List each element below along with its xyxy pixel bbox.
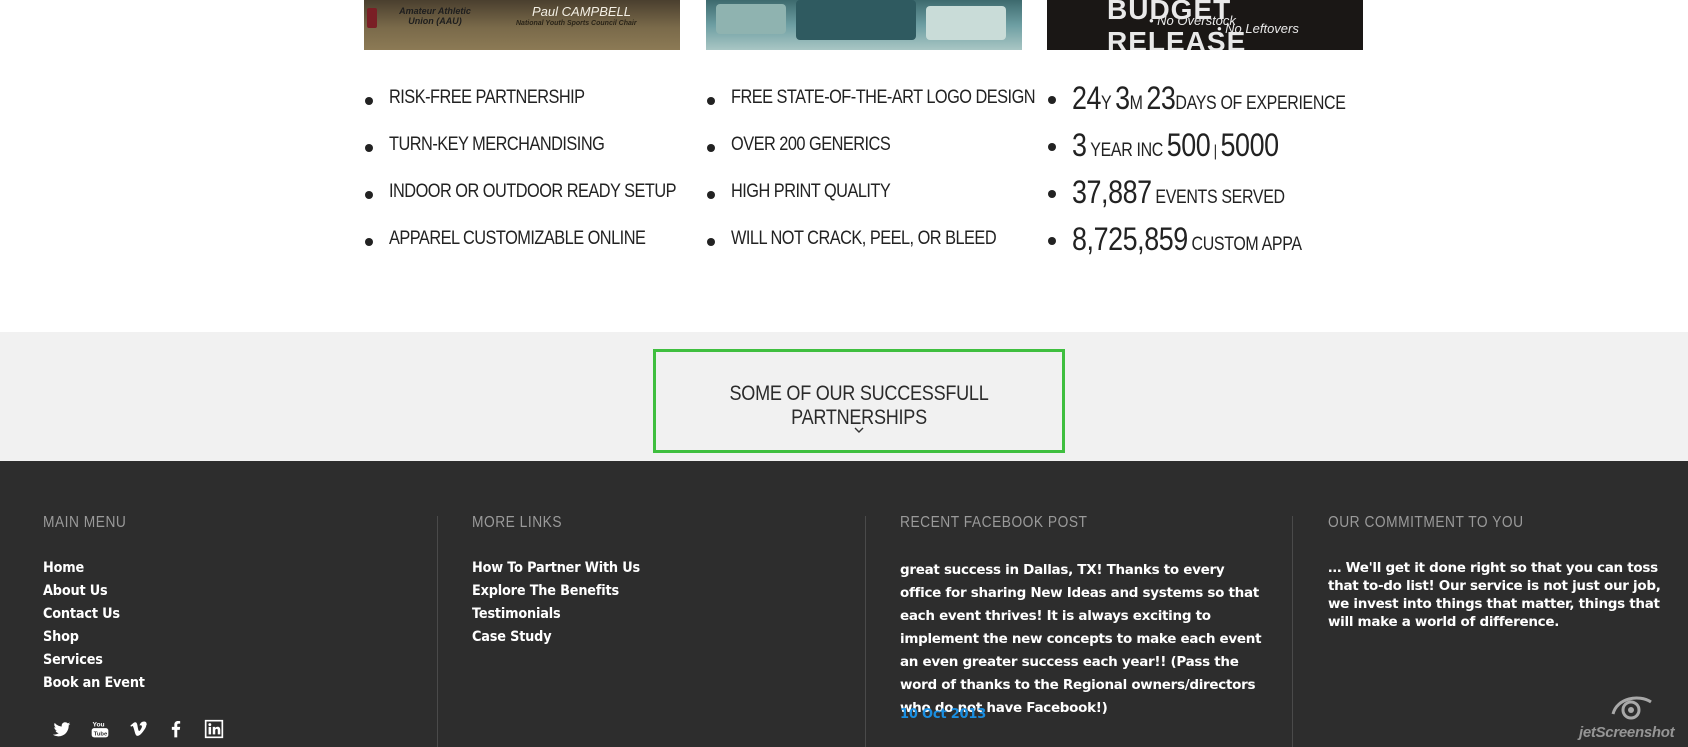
stat-experience: 24Y 3M 23DAYS OF EXPERIENCE bbox=[1047, 80, 1363, 127]
svg-text:You: You bbox=[93, 722, 105, 729]
list-item: HIGH PRINT QUALITY bbox=[706, 181, 1022, 228]
footer-facebook: RECENT FACEBOOK POST great success in Da… bbox=[900, 461, 1293, 747]
vimeo-icon[interactable] bbox=[119, 715, 157, 743]
list-item: WILL NOT CRACK, PEEL, OR BLEED bbox=[706, 228, 1022, 275]
list-item: APPAREL CUSTOMIZABLE ONLINE bbox=[364, 228, 680, 275]
feature-column-2: FREE STATE-OF-THE-ART LOGO DESIGN OVER 2… bbox=[706, 0, 1036, 275]
youtube-icon[interactable]: You Tube bbox=[81, 715, 119, 743]
footer-link-shop[interactable]: Shop bbox=[43, 629, 154, 652]
features-section: Amateur Athletic Union (AAU) Paul CAMPBE… bbox=[0, 0, 1688, 332]
benefits-list-2: FREE STATE-OF-THE-ART LOGO DESIGN OVER 2… bbox=[706, 87, 1036, 275]
commitment-text: … We'll get it done right so that you ca… bbox=[1328, 560, 1661, 630]
footer-link-about-us[interactable]: About Us bbox=[43, 583, 154, 606]
partnerships-label: SOME OF OUR SUCCESSFULL PARTNERSHIPS bbox=[729, 382, 989, 429]
commitment-heading: OUR COMMITMENT TO YOU bbox=[1328, 514, 1524, 531]
partnerships-toggle-button[interactable]: SOME OF OUR SUCCESSFULL PARTNERSHIPS bbox=[653, 349, 1065, 453]
camera-logo-icon bbox=[1611, 696, 1652, 720]
svg-text:Tube: Tube bbox=[94, 731, 108, 737]
footer-divider bbox=[1292, 516, 1293, 747]
list-item: INDOOR OR OUTDOOR READY SETUP bbox=[364, 181, 680, 228]
footer-more-links: MORE LINKS How To Partner With Us Explor… bbox=[472, 461, 865, 747]
footer-link-home[interactable]: Home bbox=[43, 560, 154, 583]
photo-org-text: Amateur Athletic Union (AAU) bbox=[399, 6, 471, 26]
budget-release-banner: BUDGET RELEASE • No Overstock • No Lefto… bbox=[1047, 0, 1363, 50]
footer-link-case-study[interactable]: Case Study bbox=[472, 629, 655, 652]
list-item: FREE STATE-OF-THE-ART LOGO DESIGN bbox=[706, 87, 1036, 134]
site-footer: MAIN MENU Home About Us Contact Us Shop … bbox=[0, 461, 1688, 747]
merchandise-photo bbox=[706, 0, 1022, 50]
footer-link-services[interactable]: Services bbox=[43, 652, 154, 675]
feature-column-3: BUDGET RELEASE • No Overstock • No Lefto… bbox=[1047, 0, 1363, 268]
chevron-down-icon bbox=[854, 427, 864, 433]
facebook-icon[interactable] bbox=[157, 715, 195, 743]
linkedin-icon[interactable] bbox=[195, 715, 233, 743]
footer-link-testimonials[interactable]: Testimonials bbox=[472, 606, 655, 629]
main-menu-heading: MAIN MENU bbox=[43, 514, 127, 531]
stat-apparel: 8,725,859 CUSTOM APPA bbox=[1047, 221, 1363, 268]
list-item: RISK-FREE PARTNERSHIP bbox=[364, 87, 680, 134]
footer-link-contact-us[interactable]: Contact Us bbox=[43, 606, 154, 629]
watermark-text: jetScreenshot bbox=[1579, 724, 1675, 741]
twitter-icon[interactable] bbox=[43, 715, 81, 743]
footer-main-menu: MAIN MENU Home About Us Contact Us Shop … bbox=[43, 461, 437, 747]
campbell-photo: Amateur Athletic Union (AAU) Paul CAMPBE… bbox=[364, 0, 680, 50]
photo-title-text: National Youth Sports Council Chair bbox=[516, 20, 637, 27]
jetscreenshot-watermark: jetScreenshot bbox=[1577, 692, 1681, 742]
photo-name-text: Paul CAMPBELL bbox=[532, 4, 631, 19]
footer-link-how-to-partner[interactable]: How To Partner With Us bbox=[472, 560, 655, 583]
footer-divider bbox=[865, 516, 866, 747]
more-links-heading: MORE LINKS bbox=[472, 514, 563, 531]
stat-inc: 3 YEAR INC 500 | 5000 bbox=[1047, 127, 1363, 174]
stats-list: 24Y 3M 23DAYS OF EXPERIENCE 3 YEAR INC 5… bbox=[1047, 80, 1363, 268]
more-links-list: How To Partner With Us Explore The Benef… bbox=[472, 560, 655, 652]
facebook-post-date[interactable]: 10 Oct 2013 bbox=[900, 707, 986, 722]
main-menu-list: Home About Us Contact Us Shop Services B… bbox=[43, 560, 154, 698]
banner-tag-leftovers: • No Leftovers bbox=[1217, 21, 1299, 36]
footer-divider bbox=[437, 516, 438, 747]
stat-events: 37,887 EVENTS SERVED bbox=[1047, 174, 1363, 221]
footer-link-explore-benefits[interactable]: Explore The Benefits bbox=[472, 583, 655, 606]
benefits-list-1: RISK-FREE PARTNERSHIP TURN-KEY MERCHANDI… bbox=[364, 87, 680, 275]
aau-logo bbox=[367, 8, 377, 28]
facebook-heading: RECENT FACEBOOK POST bbox=[900, 514, 1088, 531]
facebook-post-text: great success in Dallas, TX! Thanks to e… bbox=[900, 562, 1262, 716]
feature-column-1: Amateur Athletic Union (AAU) Paul CAMPBE… bbox=[364, 0, 680, 275]
footer-link-book-an-event[interactable]: Book an Event bbox=[43, 675, 154, 698]
list-item: OVER 200 GENERICS bbox=[706, 134, 1022, 181]
list-item: TURN-KEY MERCHANDISING bbox=[364, 134, 680, 181]
social-links: You Tube bbox=[43, 715, 233, 743]
